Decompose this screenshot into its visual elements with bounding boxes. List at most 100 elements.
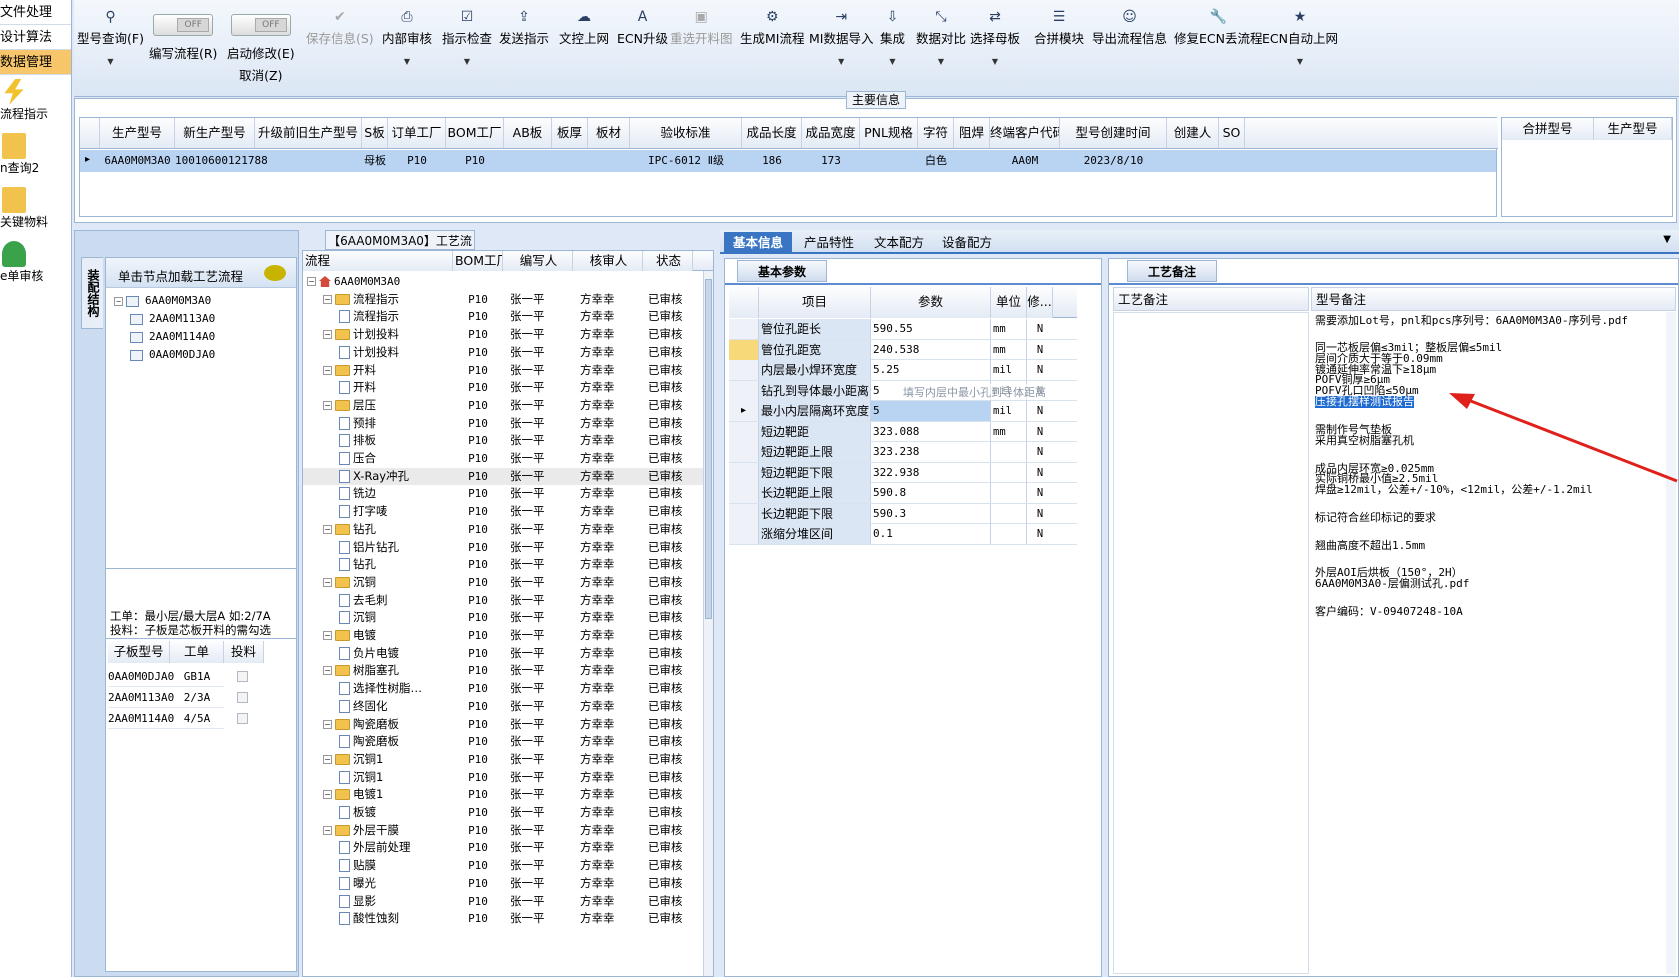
- flow-row[interactable]: 排板 P10 张一平 方幸幸 已审核: [303, 432, 703, 450]
- left-nav-big-item[interactable]: 关键物料: [0, 187, 71, 237]
- flow-col-header[interactable]: 状态: [643, 251, 693, 271]
- main-info-col-header[interactable]: 创建人: [1167, 118, 1219, 148]
- toolbar-button-1[interactable]: ⚲ 型号查询(F) ▼: [77, 8, 144, 66]
- chevron-down-icon[interactable]: ▼: [880, 57, 905, 66]
- left-nav-big-item[interactable]: n查询2: [0, 133, 71, 183]
- main-info-col-header[interactable]: AB板: [504, 118, 552, 148]
- flow-col-header[interactable]: 流程: [303, 251, 453, 271]
- collapse-icon[interactable]: −: [323, 790, 332, 800]
- main-info-col-header[interactable]: PNL规格: [860, 118, 918, 148]
- param-row[interactable]: ▸ 最小内层隔离环宽度 5 mil N: [729, 401, 1077, 422]
- flow-row[interactable]: − 流程指示 P10 张一平 方幸幸 已审核: [303, 291, 703, 309]
- flow-row[interactable]: 预排 P10 张一平 方幸幸 已审核: [303, 415, 703, 433]
- main-info-col-header[interactable]: 板材: [588, 118, 630, 148]
- collapse-icon[interactable]: −: [323, 365, 332, 375]
- merge-col-header[interactable]: 合拼型号: [1502, 118, 1594, 140]
- flow-row[interactable]: 显影 P10 张一平 方幸幸 已审核: [303, 893, 703, 911]
- collapse-icon[interactable]: −: [323, 524, 332, 534]
- toolbar-button-19[interactable]: ★ ECN自动上网 ▼: [1262, 8, 1338, 66]
- flow-row[interactable]: 沉铜1 P10 张一平 方幸幸 已审核: [303, 769, 703, 787]
- toolbar-button-8[interactable]: ☁ 文控上网: [559, 8, 609, 47]
- flow-row[interactable]: 开料 P10 张一平 方幸幸 已审核: [303, 379, 703, 397]
- toolbar-button-14[interactable]: ⤡ 数据对比 ▼: [916, 8, 966, 66]
- toolbar-button-12[interactable]: ⇥ MI数据导入 ▼: [809, 8, 873, 66]
- structure-tree-node[interactable]: 0AA0M0DJA0: [130, 348, 215, 361]
- toolbar-button-11[interactable]: ⚙ 生成MI流程: [740, 8, 804, 47]
- param-col-header[interactable]: 项目: [759, 287, 871, 318]
- flow-row[interactable]: 钻孔 P10 张一平 方幸幸 已审核: [303, 556, 703, 574]
- flow-row[interactable]: − 钻孔 P10 张一平 方幸幸 已审核: [303, 521, 703, 539]
- param-row[interactable]: 短边靶距上限 323.238 N: [729, 442, 1077, 463]
- param-row[interactable]: 管位孔距宽 240.538 mm N: [729, 339, 1077, 360]
- flow-root-row[interactable]: − 6AA0M0M3A0: [303, 273, 703, 291]
- process-notes-area[interactable]: [1113, 312, 1309, 974]
- main-info-col-header[interactable]: SO: [1219, 118, 1245, 148]
- flow-row[interactable]: 计划投料 P10 张一平 方幸幸 已审核: [303, 344, 703, 362]
- toolbar-button-17[interactable]: ☺ 导出流程信息: [1092, 8, 1167, 47]
- flow-col-header[interactable]: 核审人: [573, 251, 643, 271]
- flow-row[interactable]: − 开料 P10 张一平 方幸幸 已审核: [303, 362, 703, 380]
- chat-bubble-icon[interactable]: [264, 265, 286, 281]
- flow-row[interactable]: 打字唛 P10 张一平 方幸幸 已审核: [303, 503, 703, 521]
- collapse-icon[interactable]: −: [323, 825, 332, 835]
- flow-row[interactable]: 外层前处理 P10 张一平 方幸幸 已审核: [303, 839, 703, 857]
- basic-params-grid[interactable]: 管位孔距长 590.55 mm N 管位孔距宽 240.538 mm N 内层最小焊环宽度 5.2…: [729, 319, 1077, 559]
- feed-checkbox[interactable]: [237, 692, 248, 703]
- info-tab[interactable]: 产品特性: [796, 232, 862, 254]
- flow-row[interactable]: − 外层干膜 P10 张一平 方幸幸 已审核: [303, 822, 703, 840]
- main-info-col-header[interactable]: BOM工厂: [446, 118, 504, 148]
- flow-row[interactable]: 终固化 P10 张一平 方幸幸 已审核: [303, 698, 703, 716]
- param-row[interactable]: 短边靶距下限 322.938 N: [729, 462, 1077, 483]
- main-info-col-header[interactable]: 新生产型号: [175, 118, 255, 148]
- left-nav-item[interactable]: 文件处理: [0, 0, 71, 25]
- main-info-col-header[interactable]: 型号创建时间: [1060, 118, 1167, 148]
- toolbar-button-2[interactable]: OFF 编写流程(R): [149, 14, 217, 62]
- flow-row[interactable]: − 沉铜1 P10 张一平 方幸幸 已审核: [303, 751, 703, 769]
- info-tab[interactable]: 设备配方: [934, 232, 1000, 254]
- flow-row[interactable]: − 陶瓷磨板 P10 张一平 方幸幸 已审核: [303, 716, 703, 734]
- collapse-icon[interactable]: −: [307, 277, 316, 286]
- flow-row[interactable]: 去毛刺 P10 张一平 方幸幸 已审核: [303, 592, 703, 610]
- sub-grid-header[interactable]: 投料: [224, 641, 264, 663]
- toolbar-button-6[interactable]: ☑ 指示检查 ▼: [442, 8, 492, 66]
- main-info-col-header[interactable]: S板: [362, 118, 388, 148]
- flow-row[interactable]: 曝光 P10 张一平 方幸幸 已审核: [303, 875, 703, 893]
- structure-tree[interactable]: − 6AA0M0M3A0 2AA0M113A0 2AA0M114A0 0AA0M0DJA…: [114, 294, 294, 384]
- flow-row[interactable]: 铝片钻孔 P10 张一平 方幸幸 已审核: [303, 539, 703, 557]
- chevron-down-icon[interactable]: ▼: [970, 57, 1020, 66]
- collapse-icon[interactable]: −: [323, 719, 332, 729]
- main-info-col-header[interactable]: 阻焊: [954, 118, 990, 148]
- toolbar-button-18[interactable]: 🔧 修复ECN丢流程: [1174, 8, 1262, 47]
- main-info-col-header[interactable]: 板厚: [552, 118, 588, 148]
- info-tab[interactable]: 文本配方: [866, 232, 932, 254]
- toolbar-button-9[interactable]: A ECN升级: [617, 8, 668, 47]
- flow-row[interactable]: 铣边 P10 张一平 方幸幸 已审核: [303, 485, 703, 503]
- chevron-down-icon[interactable]: ▼: [382, 57, 432, 66]
- flow-row[interactable]: − 电镀1 P10 张一平 方幸幸 已审核: [303, 786, 703, 804]
- flow-row[interactable]: − 层压 P10 张一平 方幸幸 已审核: [303, 397, 703, 415]
- main-info-col-header[interactable]: 成品长度: [742, 118, 802, 148]
- flow-row[interactable]: 沉铜 P10 张一平 方幸幸 已审核: [303, 609, 703, 627]
- left-nav-item[interactable]: 设计算法: [0, 25, 71, 50]
- structure-tree-node[interactable]: 2AA0M114A0: [130, 330, 215, 343]
- merge-col-header[interactable]: 生产型号: [1594, 118, 1672, 140]
- flow-row[interactable]: 负片电镀 P10 张一平 方幸幸 已审核: [303, 645, 703, 663]
- main-info-col-header[interactable]: 生产型号: [100, 118, 175, 148]
- flow-col-header[interactable]: 编写人: [503, 251, 573, 271]
- info-tab[interactable]: 基本信息: [724, 232, 792, 254]
- flow-row[interactable]: − 计划投料 P10 张一平 方幸幸 已审核: [303, 326, 703, 344]
- flow-row[interactable]: 流程指示 P10 张一平 方幸幸 已审核: [303, 308, 703, 326]
- main-info-col-header[interactable]: 升级前旧生产型号: [255, 118, 362, 148]
- left-nav-item[interactable]: 数据管理: [0, 50, 71, 75]
- param-col-header[interactable]: 单位: [991, 287, 1027, 318]
- sub-grid-header[interactable]: 工单: [170, 641, 224, 663]
- main-info-col-header[interactable]: 订单工厂: [388, 118, 446, 148]
- chevron-down-icon[interactable]: ▼: [77, 57, 144, 66]
- flow-row[interactable]: − 电镀 P10 张一平 方幸幸 已审核: [303, 627, 703, 645]
- toolbar-button-13[interactable]: ⇩ 集成 ▼: [880, 8, 905, 66]
- tab-dropdown-icon[interactable]: ▼: [1663, 234, 1671, 245]
- flow-row[interactable]: 酸性蚀刻 P10 张一平 方幸幸 已审核: [303, 910, 703, 928]
- param-row[interactable]: 内层最小焊环宽度 5.25 mil N: [729, 360, 1077, 381]
- toolbar-button-5[interactable]: ⎙ 内部审核 ▼: [382, 8, 432, 66]
- main-info-col-header[interactable]: 成品宽度: [802, 118, 860, 148]
